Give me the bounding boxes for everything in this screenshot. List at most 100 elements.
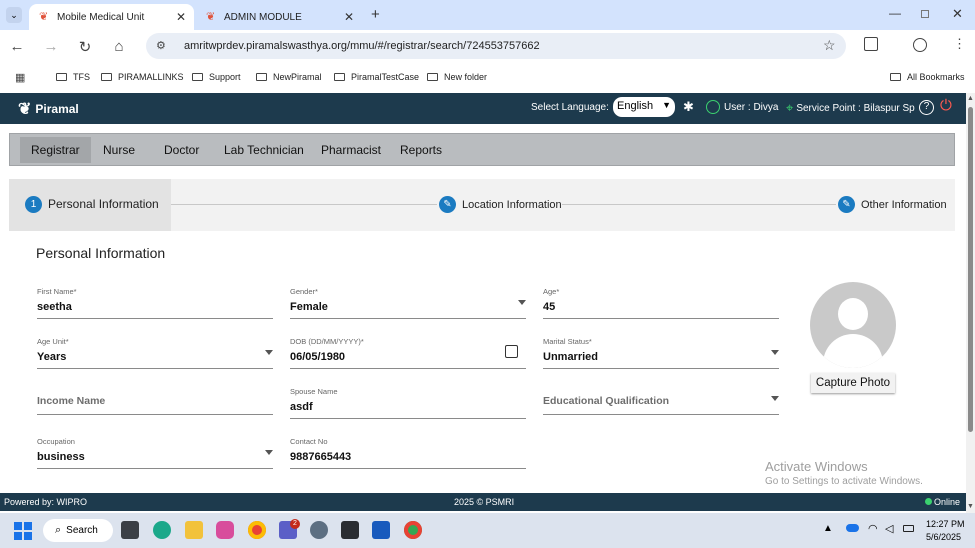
edge-icon[interactable] xyxy=(153,521,171,539)
volume-icon[interactable]: ◁ xyxy=(885,522,893,535)
personal-information-card: Personal Information First Name* seetha … xyxy=(25,231,938,493)
marital-status-select[interactable]: Marital Status* Unmarried xyxy=(543,337,779,369)
brand-name: Piramal xyxy=(35,102,79,116)
step-personal-information[interactable]: 1 Personal Information xyxy=(9,179,171,231)
clock-time[interactable]: 12:27 PM xyxy=(926,519,965,529)
search-icon: ⌕ xyxy=(55,524,62,536)
first-name-field[interactable]: First Name* seetha xyxy=(37,287,273,319)
step-number: 1 xyxy=(25,196,42,213)
age-field[interactable]: Age* 45 xyxy=(543,287,779,319)
age-unit-select[interactable]: Age Unit* Years xyxy=(37,337,273,369)
watermark-subtitle: Go to Settings to activate Windows. xyxy=(765,476,923,487)
piramal-logo: ❦ Piramal xyxy=(18,99,79,119)
edit-pencil-icon[interactable]: ✎ xyxy=(439,196,456,213)
file-explorer-icon[interactable] xyxy=(185,521,203,539)
forward-icon[interactable]: → xyxy=(42,38,60,55)
terminal-icon[interactable] xyxy=(341,521,359,539)
profile-icon[interactable] xyxy=(913,38,927,52)
bluetooth-icon[interactable]: ✱ xyxy=(683,99,694,115)
nav-label: Lab Technician xyxy=(224,143,304,157)
app-header: ❦ Piramal Select Language: English ▼ ✱ U… xyxy=(0,93,966,124)
language-select[interactable]: English ▼ xyxy=(613,97,675,117)
all-bookmarks[interactable]: All Bookmarks xyxy=(890,72,965,82)
dropdown-arrow-icon xyxy=(771,396,779,401)
occupation-select[interactable]: Occupation business xyxy=(37,437,273,469)
word-icon[interactable] xyxy=(372,521,390,539)
bookmark-star-icon[interactable]: ☆ xyxy=(823,37,836,54)
tab-list-chevron-icon[interactable]: ⌄ xyxy=(6,7,22,23)
nav-registrar[interactable]: Registrar xyxy=(20,137,91,163)
close-tab-icon[interactable]: ✕ xyxy=(176,10,186,24)
omnibox[interactable]: ⚙ amritwprdev.piramalswasthya.org/mmu/#/… xyxy=(146,33,846,59)
chevron-down-icon: ▼ xyxy=(662,100,671,110)
online-dot-icon xyxy=(925,498,932,505)
apps-grid-icon[interactable]: ▦ xyxy=(15,71,25,84)
income-name-field[interactable]: Income Name xyxy=(37,383,273,415)
nav-label: Registrar xyxy=(31,143,80,157)
bookmark-piramaltestcase[interactable]: PiramalTestCase xyxy=(334,72,419,82)
educational-qualification-select[interactable]: Educational Qualification xyxy=(543,383,779,415)
chrome-icon[interactable] xyxy=(248,521,266,539)
nav-pharmacist[interactable]: Pharmacist xyxy=(310,137,392,163)
bookmark-support[interactable]: Support xyxy=(192,72,241,82)
scroll-down-icon[interactable]: ▼ xyxy=(967,503,974,510)
gender-select[interactable]: Gender* Female xyxy=(290,287,526,319)
avatar-head xyxy=(838,298,868,330)
bookmark-piramallinks[interactable]: PIRAMALLINKS xyxy=(101,72,184,82)
nav-nurse[interactable]: Nurse xyxy=(92,137,146,163)
menu-kebab-icon[interactable]: ⋮ xyxy=(953,36,966,52)
dob-field[interactable]: DOB (DD/MM/YYYY)* 06/05/1980 xyxy=(290,337,526,369)
folder-icon xyxy=(101,73,112,81)
back-icon[interactable]: ← xyxy=(8,38,26,55)
windows-start-icon[interactable] xyxy=(14,522,32,540)
site-settings-icon[interactable]: ⚙ xyxy=(156,39,166,52)
nav-reports[interactable]: Reports xyxy=(389,137,453,163)
role-nav-bar: Registrar Nurse Doctor Lab Technician Ph… xyxy=(9,133,955,166)
scrollbar-thumb[interactable] xyxy=(968,107,973,432)
spouse-name-field[interactable]: Spouse Name asdf xyxy=(290,387,526,419)
contact-no-field[interactable]: Contact No 9887665443 xyxy=(290,437,526,469)
close-window-icon[interactable]: ✕ xyxy=(952,6,963,22)
task-view-icon[interactable] xyxy=(121,521,139,539)
scroll-up-icon[interactable]: ▲ xyxy=(967,95,974,102)
field-value: asdf xyxy=(290,401,313,413)
tab-mobile-medical-unit[interactable]: ❦ Mobile Medical Unit ✕ xyxy=(29,4,194,30)
onedrive-icon[interactable] xyxy=(846,524,859,532)
field-value: 06/05/1980 xyxy=(290,351,346,363)
new-tab-icon[interactable]: + xyxy=(371,6,380,23)
edit-pencil-icon[interactable]: ✎ xyxy=(838,196,855,213)
taskbar-search[interactable]: ⌕ Search xyxy=(43,519,113,542)
wifi-icon[interactable]: ◠ xyxy=(868,522,878,535)
minimize-icon[interactable]: — xyxy=(889,6,901,20)
reload-icon[interactable]: ↻ xyxy=(76,38,94,56)
home-icon[interactable]: ⌂ xyxy=(110,38,128,55)
power-logout-icon[interactable]: ⏻ xyxy=(940,97,952,114)
step-other-information[interactable]: Other Information xyxy=(861,199,947,211)
field-label: Marital Status* xyxy=(543,337,592,346)
chrome-icon[interactable] xyxy=(404,521,422,539)
calendar-icon[interactable] xyxy=(505,345,518,358)
close-tab-icon[interactable]: ✕ xyxy=(344,10,354,24)
tab-admin-module[interactable]: ❦ ADMIN MODULE ✕ xyxy=(196,4,362,30)
battery-icon[interactable] xyxy=(903,525,914,532)
select-language-label: Select Language: xyxy=(531,102,609,113)
clock-date[interactable]: 5/6/2025 xyxy=(926,532,961,542)
nav-doctor[interactable]: Doctor xyxy=(153,137,210,163)
powered-by: Powered by: WIPRO xyxy=(4,497,88,507)
restore-icon[interactable] xyxy=(921,10,929,18)
step-location-information[interactable]: Location Information xyxy=(462,199,562,211)
extensions-icon[interactable] xyxy=(864,37,878,51)
tray-chevron-up-icon[interactable]: ▲ xyxy=(823,523,833,534)
step-label: Personal Information xyxy=(48,197,159,211)
bookmark-label: All Bookmarks xyxy=(907,72,965,82)
bookmark-new-folder[interactable]: New folder xyxy=(427,72,487,82)
capture-photo-button[interactable]: Capture Photo xyxy=(811,373,895,393)
page-scrollbar[interactable]: ▲ ▼ xyxy=(966,93,975,513)
bookmark-tfs[interactable]: TFS xyxy=(56,72,90,82)
help-icon[interactable]: ? xyxy=(919,100,934,115)
app-icon[interactable] xyxy=(216,521,234,539)
settings-gear-icon[interactable] xyxy=(310,521,328,539)
nav-label: Reports xyxy=(400,143,443,157)
nav-lab-technician[interactable]: Lab Technician xyxy=(213,137,315,163)
bookmark-newpiramal[interactable]: NewPiramal xyxy=(256,72,322,82)
